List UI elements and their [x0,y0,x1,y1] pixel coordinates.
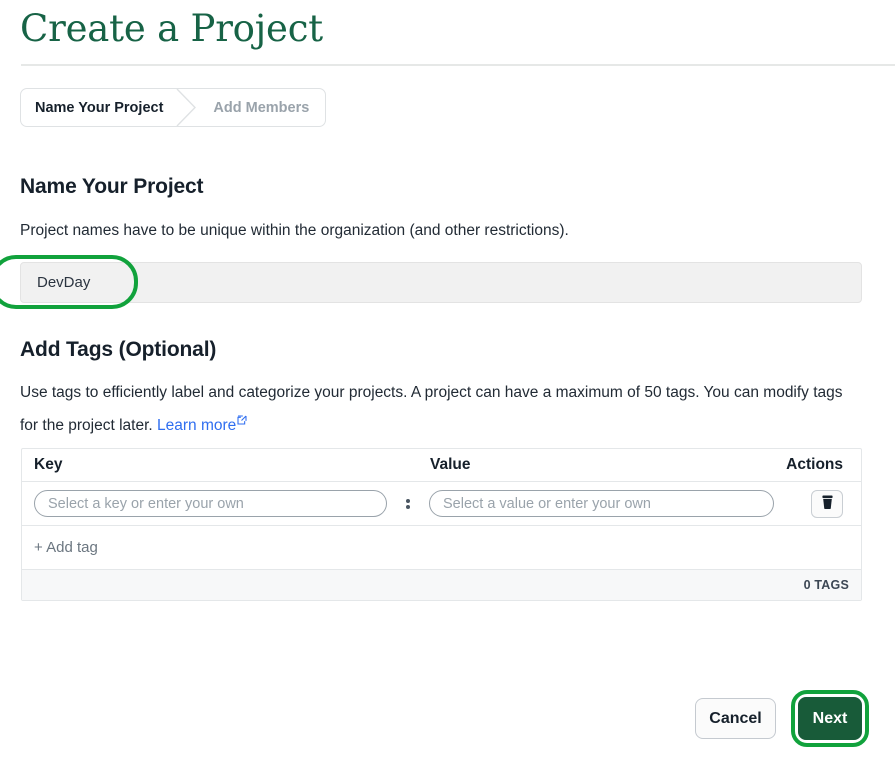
separator-dot-bottom [406,504,410,509]
project-wizard-stepper: Name Your Project Add Members [20,88,327,127]
create-project-page: Create a Project Name Your Project Add M… [0,0,895,763]
tags-section-heading: Add Tags (Optional) [20,338,217,361]
step-add-members-label: Add Members [213,99,310,116]
trash-icon [820,494,835,513]
next-button[interactable]: Next [798,697,862,740]
step-name-your-project-label: Name Your Project [35,99,164,116]
separator-dot-top [406,498,410,503]
add-tag-row: + Add tag [22,526,861,570]
table-row [22,482,861,526]
page-title: Create a Project [20,7,323,50]
learn-more-label: Learn more [157,417,237,435]
cancel-button[interactable]: Cancel [695,698,776,739]
name-section-description: Project names have to be unique within t… [20,222,569,239]
tags-description-text: Use tags to efficiently label and catego… [20,384,843,435]
add-tag-button[interactable]: + Add tag [34,539,98,556]
column-header-value: Value [430,456,471,473]
title-divider [21,64,895,66]
tag-key-input[interactable] [34,490,387,517]
tags-table: Key Value Actions Select a key or enter … [21,448,862,601]
tags-table-header: Key Value Actions [22,449,861,482]
delete-tag-button[interactable] [811,489,843,518]
tag-value-input[interactable] [429,490,774,517]
row-actions-cell [774,489,849,518]
key-value-separator-icon [387,497,429,511]
tags-section-description: Use tags to efficiently label and catego… [20,379,862,439]
step-add-members[interactable]: Add Members [197,89,325,126]
column-header-actions: Actions [786,456,843,473]
project-name-input[interactable] [20,262,862,303]
name-section-heading: Name Your Project [20,175,204,198]
external-link-icon [237,407,247,434]
column-header-key: Key [34,456,63,473]
tags-table-footer: 0 TAGS [22,570,861,600]
learn-more-link[interactable]: Learn more [157,415,247,435]
step-name-your-project[interactable]: Name Your Project [21,89,175,126]
tags-count-label: 0 TAGS [803,578,849,592]
step-chevron-icon [175,89,197,126]
